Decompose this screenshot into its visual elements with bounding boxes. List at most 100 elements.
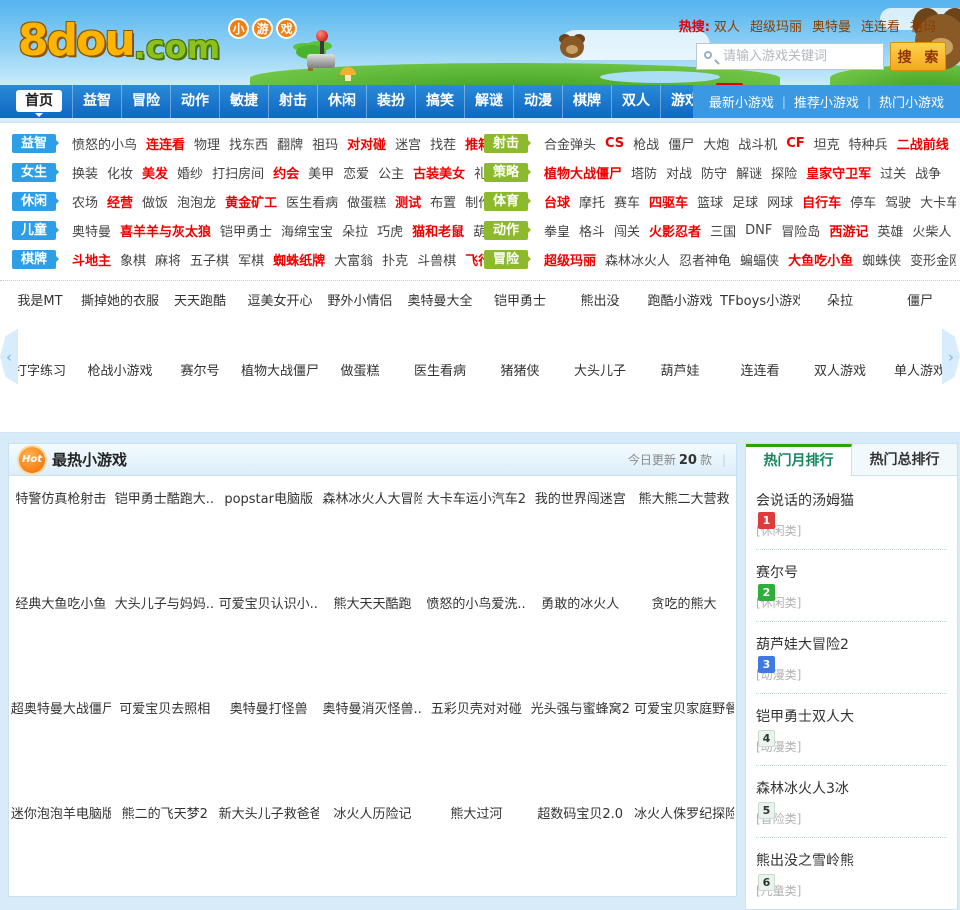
hot-search-term[interactable]: 奥特曼: [812, 20, 851, 35]
game-title-link[interactable]: 奥特曼打怪兽: [230, 698, 308, 717]
carousel-game-link[interactable]: 奥特曼大全: [400, 290, 480, 351]
game-card[interactable]: 熊二的飞天梦2: [113, 791, 217, 896]
category-link[interactable]: 布置: [430, 192, 456, 211]
category-link[interactable]: 对对碰: [347, 134, 386, 153]
category-link[interactable]: 美发: [142, 163, 168, 182]
category-link[interactable]: 台球: [544, 192, 570, 211]
category-link[interactable]: 植物大战僵尸: [544, 163, 622, 182]
nav-item-5[interactable]: 射击: [268, 85, 317, 118]
game-card[interactable]: 迷你泡泡羊电脑版: [9, 791, 113, 896]
game-title-link[interactable]: 可爱宝贝家庭野餐: [634, 698, 734, 717]
category-link[interactable]: 农场: [72, 192, 98, 211]
game-card[interactable]: 大头儿子与妈妈...: [113, 581, 217, 686]
nav-quick-link[interactable]: 热门小游戏: [879, 92, 944, 111]
category-link[interactable]: 西游记: [829, 221, 868, 240]
category-link[interactable]: 迷宫: [395, 134, 421, 153]
game-card[interactable]: 奥特曼消灭怪兽...: [321, 686, 425, 791]
ranking-item[interactable]: 森林冰火人3冰 [冒险类] 5: [756, 766, 947, 838]
category-link[interactable]: 坦克: [814, 134, 840, 153]
site-logo[interactable]: 8dou .com 小 游 戏: [18, 16, 336, 78]
category-link[interactable]: 防守: [701, 163, 727, 182]
category-link[interactable]: 扑克: [382, 250, 408, 269]
carousel-game-link[interactable]: 连连看: [720, 360, 800, 421]
category-link[interactable]: CS: [605, 136, 624, 151]
game-title-link[interactable]: 迷你泡泡羊电脑版: [11, 803, 111, 822]
category-link[interactable]: 四驱车: [649, 192, 688, 211]
carousel-game-link[interactable]: 铠甲勇士: [480, 290, 560, 351]
game-title-link[interactable]: 超数码宝贝2.0: [537, 803, 623, 822]
game-card[interactable]: 超数码宝贝2.0: [528, 791, 632, 896]
category-link[interactable]: 冒险岛: [781, 221, 820, 240]
game-title-link[interactable]: 愤怒的小鸟爱洗...: [426, 593, 526, 612]
category-link[interactable]: CF: [786, 136, 804, 151]
category-link[interactable]: 婚纱: [177, 163, 203, 182]
category-label[interactable]: 动作: [484, 221, 531, 240]
category-link[interactable]: 对战: [666, 163, 692, 182]
hot-search-term[interactable]: 双人: [714, 20, 740, 35]
category-link[interactable]: 摩托: [579, 192, 605, 211]
category-link[interactable]: 找茬: [430, 134, 456, 153]
category-link[interactable]: 做蛋糕: [347, 192, 386, 211]
game-title-link[interactable]: 冰火人历险记: [333, 803, 411, 822]
ranking-tab-0[interactable]: 热门月排行: [746, 444, 852, 476]
category-link[interactable]: 大卡车: [920, 192, 956, 211]
game-title-link[interactable]: 勇敢的冰火人: [541, 593, 619, 612]
category-link[interactable]: 火影忍者: [649, 221, 701, 240]
category-link[interactable]: 美甲: [308, 163, 334, 182]
carousel-game-link[interactable]: 葫芦娃: [640, 360, 720, 421]
category-link[interactable]: 找东西: [229, 134, 268, 153]
category-link[interactable]: 特种兵: [849, 134, 888, 153]
category-link[interactable]: 经营: [107, 192, 133, 211]
carousel-game-link[interactable]: 大头儿子: [560, 360, 640, 421]
game-title-link[interactable]: 熊二的飞天梦2: [122, 803, 208, 822]
category-link[interactable]: 医生看病: [286, 192, 338, 211]
category-link[interactable]: 自行车: [802, 192, 841, 211]
hot-search-term[interactable]: 祖玛: [910, 20, 936, 35]
game-card[interactable]: 熊大熊二大营救: [632, 476, 736, 581]
category-label[interactable]: 儿童: [12, 221, 59, 240]
category-link[interactable]: 猫和老鼠: [412, 221, 464, 240]
category-link[interactable]: 闯关: [614, 221, 640, 240]
game-title-link[interactable]: 特警仿真枪射击: [15, 488, 106, 507]
category-label[interactable]: 女生: [12, 163, 59, 182]
game-title-link[interactable]: 铠甲勇士酷跑大...: [115, 488, 215, 507]
nav-item-home[interactable]: 首页: [6, 85, 72, 118]
category-link[interactable]: 过关: [880, 163, 906, 182]
category-link[interactable]: 古装美女: [413, 163, 465, 182]
category-link[interactable]: 赛车: [614, 192, 640, 211]
game-title-link[interactable]: 森林冰火人大冒险: [322, 488, 422, 507]
category-link[interactable]: 变形金刚: [910, 250, 956, 269]
carousel-game-link[interactable]: 医生看病: [400, 360, 480, 421]
nav-quick-link[interactable]: 推荐小游戏: [794, 92, 859, 111]
category-link[interactable]: 象棋: [120, 250, 146, 269]
game-title-link[interactable]: 新大头儿子救爸爸: [219, 803, 319, 822]
nav-item-10[interactable]: 动漫: [513, 85, 562, 118]
category-link[interactable]: 格斗: [579, 221, 605, 240]
game-card[interactable]: 可爱宝贝家庭野餐: [632, 686, 736, 791]
nav-item-4[interactable]: 敏捷: [219, 85, 268, 118]
category-link[interactable]: 铠甲勇士: [220, 221, 272, 240]
category-link[interactable]: 祖玛: [312, 134, 338, 153]
category-link[interactable]: 蜘蛛纸牌: [273, 250, 325, 269]
ranking-game-name[interactable]: 森林冰火人3冰: [756, 778, 947, 798]
ranking-game-name[interactable]: 铠甲勇士双人大: [756, 706, 947, 726]
game-card[interactable]: 铠甲勇士酷跑大...: [113, 476, 217, 581]
game-card[interactable]: 经典大鱼吃小鱼: [9, 581, 113, 686]
carousel-game-link[interactable]: 跑酷小游戏: [640, 290, 720, 351]
category-link[interactable]: 五子棋: [190, 250, 229, 269]
game-title-link[interactable]: 熊大熊二大营救: [639, 488, 730, 507]
category-link[interactable]: 森林冰火人: [605, 250, 670, 269]
game-card[interactable]: 贪吃的熊大: [632, 581, 736, 686]
category-link[interactable]: 停车: [850, 192, 876, 211]
nav-item-9[interactable]: 解谜: [464, 85, 513, 118]
category-link[interactable]: 三国: [710, 221, 736, 240]
category-link[interactable]: 测试: [395, 192, 421, 211]
carousel-game-link[interactable]: 逗美女开心: [240, 290, 320, 351]
category-link[interactable]: 篮球: [697, 192, 723, 211]
nav-item-2[interactable]: 冒险: [121, 85, 170, 118]
game-card[interactable]: popstar电脑版: [217, 476, 321, 581]
carousel-game-link[interactable]: 野外小情侣: [320, 290, 400, 351]
ranking-tab-1[interactable]: 热门总排行: [852, 444, 957, 476]
game-title-link[interactable]: 超奥特曼大战僵尸: [11, 698, 111, 717]
ranking-item[interactable]: 赛尔号 [休闲类] 2: [756, 550, 947, 622]
